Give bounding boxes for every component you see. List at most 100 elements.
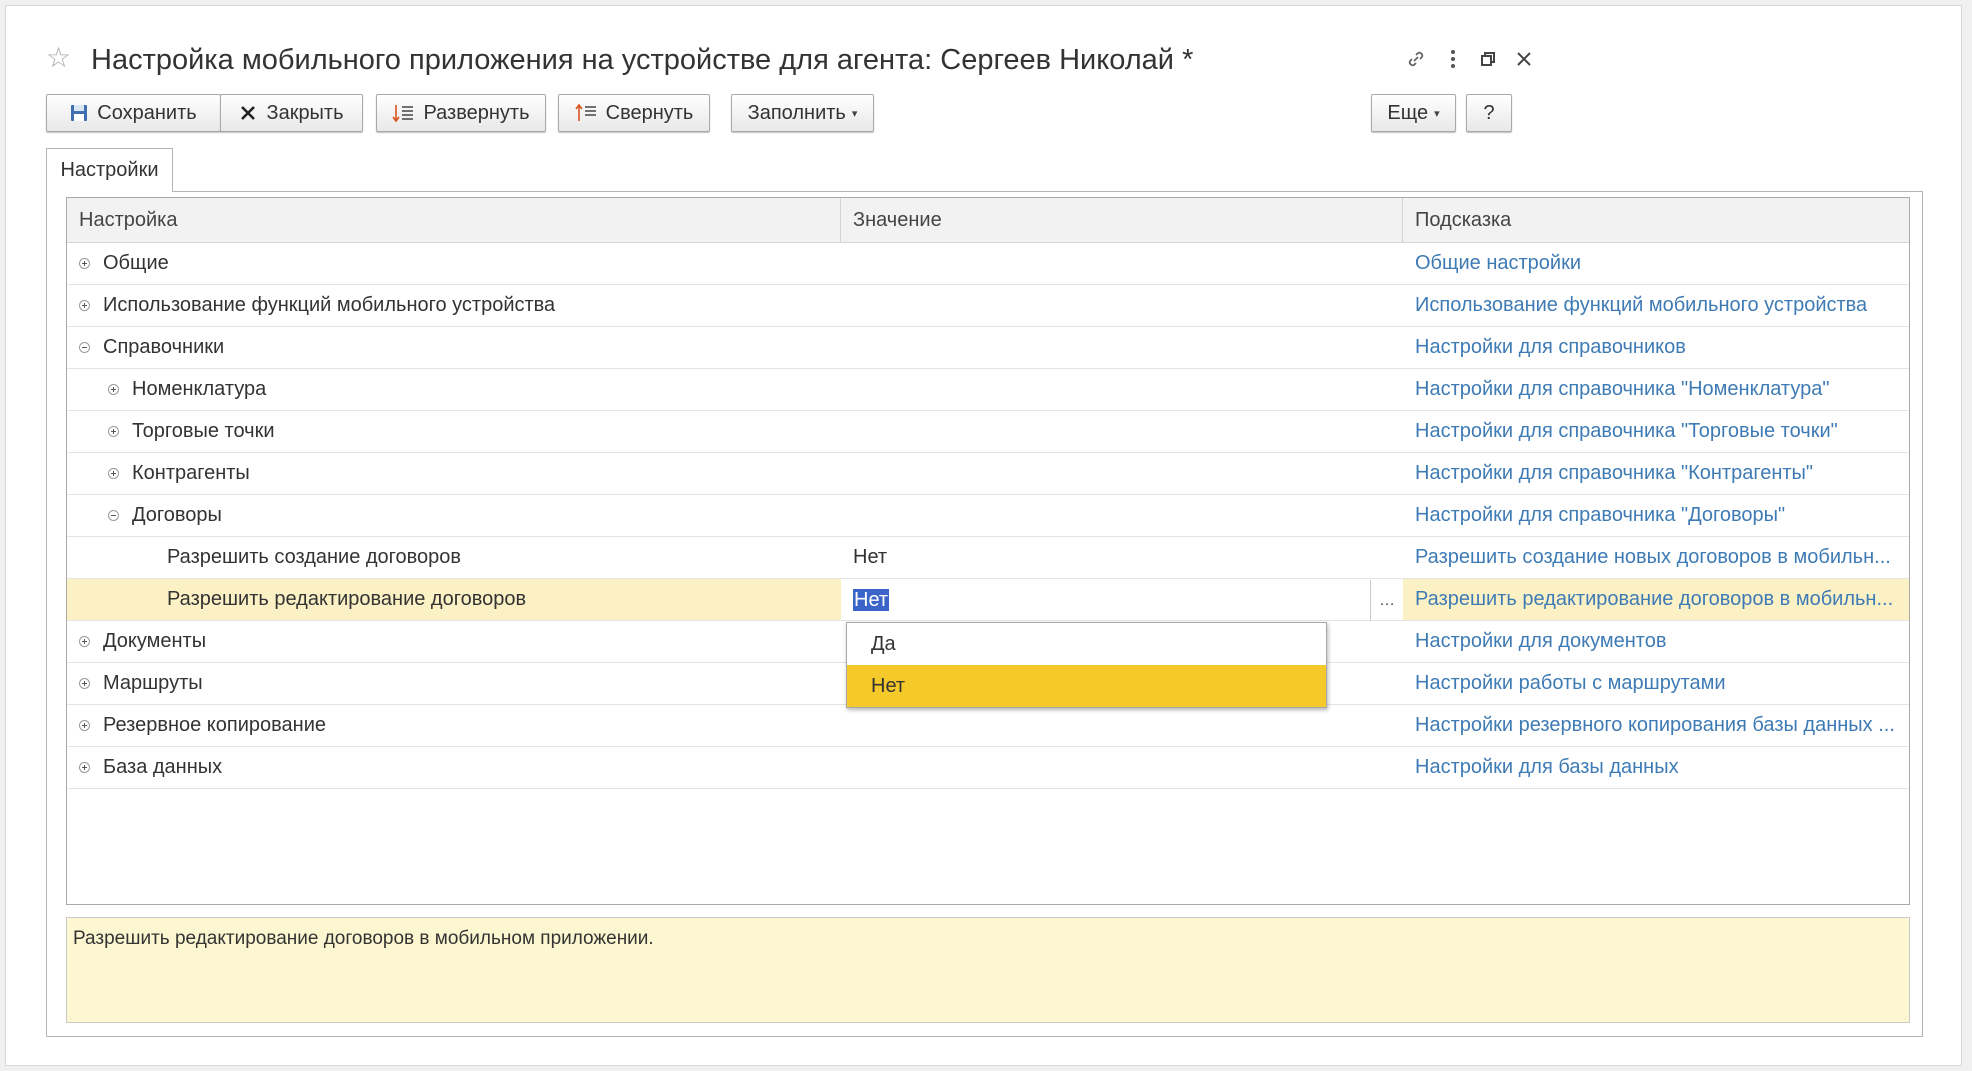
favorite-star-icon[interactable]: ☆ <box>46 44 71 72</box>
selected-value-text[interactable]: Нет <box>853 589 890 611</box>
hint-link[interactable]: Настройки для документов <box>1415 630 1667 653</box>
hint-cell[interactable]: Настройки резервного копирования базы да… <box>1403 705 1909 746</box>
table-row[interactable]: Использование функций мобильного устройс… <box>67 285 1909 327</box>
setting-cell: Торговые точки <box>67 411 882 452</box>
collapse-minus-icon[interactable] <box>79 342 90 353</box>
tab-settings-label: Настройки <box>60 159 159 181</box>
value-cell[interactable] <box>841 327 1403 368</box>
more-dropdown-button[interactable]: Еще ▾ <box>1371 94 1456 132</box>
setting-cell: Разрешить создание договоров <box>67 537 941 578</box>
setting-name: Использование функций мобильного устройс… <box>103 294 556 316</box>
title-bar: ☆ Настройка мобильного приложения на уст… <box>6 6 1961 86</box>
close-button[interactable]: Закрыть <box>220 94 363 132</box>
value-cell[interactable]: Нет <box>841 537 1403 578</box>
hint-cell[interactable]: Настройки для справочника "Торговые точк… <box>1403 411 1909 452</box>
help-button-label: ? <box>1483 101 1495 124</box>
setting-name: Номенклатура <box>132 378 267 400</box>
hint-link[interactable]: Настройки работы с маршрутами <box>1415 672 1726 695</box>
hint-link[interactable]: Использование функций мобильного устройс… <box>1415 294 1867 317</box>
link-icon[interactable] <box>1401 44 1431 74</box>
value-cell[interactable] <box>841 285 1403 326</box>
setting-cell: Документы <box>67 621 853 662</box>
hint-cell[interactable]: Настройки для базы данных <box>1403 747 1909 788</box>
expand-plus-icon[interactable] <box>79 300 90 311</box>
setting-name: Разрешить редактирование договоров <box>167 588 527 610</box>
restore-icon[interactable] <box>1473 44 1503 74</box>
value-cell[interactable] <box>841 369 1403 410</box>
table-row[interactable]: Номенклатура Настройки для справочника "… <box>67 369 1909 411</box>
choice-button-ellipsis[interactable]: … <box>1370 580 1403 621</box>
expand-plus-icon[interactable] <box>79 720 90 731</box>
expand-plus-icon[interactable] <box>79 636 90 647</box>
column-header-value[interactable]: Значение <box>841 198 1403 242</box>
collapse-minus-icon[interactable] <box>108 510 119 521</box>
table-row[interactable]: Контрагенты Настройки для справочника "К… <box>67 453 1909 495</box>
value-cell[interactable] <box>841 453 1403 494</box>
expand-button[interactable]: Развернуть <box>376 94 546 132</box>
table-row[interactable]: Торговые точки Настройки для справочника… <box>67 411 1909 453</box>
hint-link[interactable]: Настройки резервного копирования базы да… <box>1415 714 1895 737</box>
hint-link[interactable]: Разрешить создание новых договоров в моб… <box>1415 546 1891 569</box>
expand-button-label: Развернуть <box>423 101 530 124</box>
hint-link[interactable]: Настройки для справочника "Номенклатура" <box>1415 378 1829 401</box>
table-row-current[interactable]: Разрешить редактирование договоров Нет …… <box>67 579 1909 621</box>
setting-name: Контрагенты <box>132 462 250 484</box>
fill-dropdown-button[interactable]: Заполнить ▾ <box>731 94 874 132</box>
hint-cell[interactable]: Настройки работы с маршрутами <box>1403 663 1909 704</box>
hint-link[interactable]: Настройки для справочника "Контрагенты" <box>1415 462 1813 485</box>
hint-cell[interactable]: Настройки для справочников <box>1403 327 1909 368</box>
table-row[interactable]: Справочники Настройки для справочников <box>67 327 1909 369</box>
column-header-setting[interactable]: Настройка <box>67 198 841 242</box>
dropdown-option-yes[interactable]: Да <box>847 623 1326 665</box>
setting-name: Документы <box>103 630 207 652</box>
expand-plus-icon[interactable] <box>79 258 90 269</box>
expand-plus-icon[interactable] <box>108 468 119 479</box>
value-cell[interactable] <box>841 495 1403 536</box>
value-cell[interactable] <box>841 747 1403 788</box>
hint-cell[interactable]: Настройки для справочника "Договоры" <box>1403 495 1909 536</box>
hint-cell[interactable]: Разрешить создание новых договоров в моб… <box>1403 537 1909 578</box>
close-x-icon <box>239 104 257 122</box>
table-header: Настройка Значение Подсказка <box>67 198 1909 243</box>
hint-link[interactable]: Общие настройки <box>1415 252 1581 275</box>
value-cell[interactable] <box>841 705 1403 746</box>
value-cell[interactable] <box>841 243 1403 284</box>
setting-name: Общие <box>103 252 169 274</box>
expand-plus-icon[interactable] <box>108 384 119 395</box>
hint-link[interactable]: Настройки для справочника "Договоры" <box>1415 504 1785 527</box>
more-vertical-icon[interactable] <box>1438 44 1468 74</box>
hint-link[interactable]: Настройки для справочника "Торговые точк… <box>1415 420 1838 443</box>
settings-window: ☆ Настройка мобильного приложения на уст… <box>5 5 1962 1066</box>
setting-name: База данных <box>103 756 223 778</box>
value-cell[interactable] <box>841 411 1403 452</box>
hint-cell[interactable]: Настройки для документов <box>1403 621 1909 662</box>
table-row[interactable]: Разрешить создание договоров Нет Разреши… <box>67 537 1909 579</box>
save-button[interactable]: Сохранить <box>46 94 221 132</box>
value-editor-input[interactable]: Нет … <box>841 579 1403 621</box>
column-header-hint[interactable]: Подсказка <box>1403 198 1909 242</box>
table-row[interactable]: Общие Общие настройки <box>67 243 1909 285</box>
help-button[interactable]: ? <box>1466 94 1512 132</box>
hint-cell[interactable]: Настройки для справочника "Номенклатура" <box>1403 369 1909 410</box>
hint-cell[interactable]: Использование функций мобильного устройс… <box>1403 285 1909 326</box>
hint-link[interactable]: Разрешить редактирование договоров в моб… <box>1415 588 1893 611</box>
setting-cell: Общие <box>67 243 853 284</box>
collapse-button[interactable]: Свернуть <box>558 94 710 132</box>
expand-plus-icon[interactable] <box>108 426 119 437</box>
expand-plus-icon[interactable] <box>79 762 90 773</box>
setting-cell: Использование функций мобильного устройс… <box>67 285 853 326</box>
dropdown-option-no[interactable]: Нет <box>847 665 1326 707</box>
hint-cell[interactable]: Общие настройки <box>1403 243 1909 284</box>
close-icon[interactable] <box>1509 44 1539 74</box>
hint-link[interactable]: Настройки для базы данных <box>1415 756 1679 779</box>
hint-link[interactable]: Настройки для справочников <box>1415 336 1686 359</box>
table-row[interactable]: Резервное копирование Настройки резервно… <box>67 705 1909 747</box>
table-row[interactable]: База данных Настройки для базы данных <box>67 747 1909 789</box>
tab-settings[interactable]: Настройки <box>46 148 173 192</box>
hint-cell[interactable]: Настройки для справочника "Контрагенты" <box>1403 453 1909 494</box>
expand-plus-icon[interactable] <box>79 678 90 689</box>
hint-cell[interactable]: Разрешить редактирование договоров в моб… <box>1403 579 1909 620</box>
table-row[interactable]: Договоры Настройки для справочника "Дого… <box>67 495 1909 537</box>
collapse-tree-icon <box>575 103 597 123</box>
setting-description-panel: Разрешить редактирование договоров в моб… <box>66 917 1910 1023</box>
